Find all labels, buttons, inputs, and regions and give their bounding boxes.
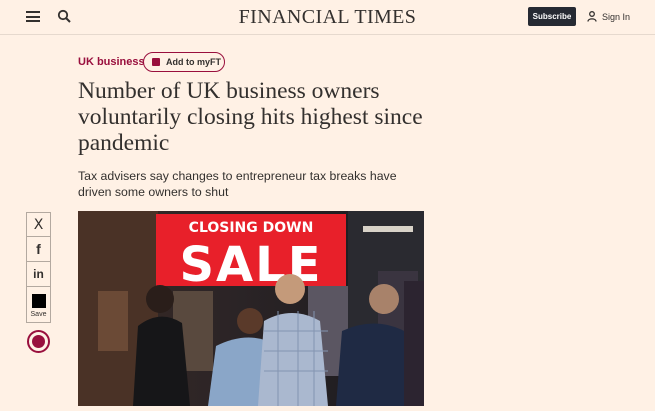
site-header: FINANCIAL TIMES Subscribe Sign In	[0, 0, 655, 35]
linkedin-icon: in	[33, 267, 44, 281]
user-icon	[587, 11, 597, 22]
sign-in-label: Sign In	[602, 11, 631, 22]
subscribe-button[interactable]: Subscribe	[528, 7, 576, 26]
search-icon[interactable]	[57, 9, 72, 24]
ft-logo[interactable]: FINANCIAL TIMES	[239, 6, 417, 28]
save-article-button[interactable]: Save	[26, 287, 51, 323]
add-to-myft-button[interactable]: Add to myFT	[143, 52, 225, 72]
sign-top-text: CLOSING DOWN	[189, 220, 314, 236]
topic-link[interactable]: UK business	[78, 56, 145, 68]
save-label: Save	[30, 310, 47, 318]
save-icon	[31, 293, 46, 308]
facebook-icon: f	[36, 241, 41, 257]
add-to-myft-label: Add to myFT	[166, 57, 221, 67]
share-linkedin-button[interactable]: in	[26, 262, 51, 287]
myft-square-icon	[152, 58, 160, 66]
menu-icon[interactable]	[26, 10, 40, 23]
article-standfirst: Tax advisers say changes to entrepreneur…	[78, 169, 397, 199]
myft-follow-icon[interactable]	[27, 330, 50, 353]
share-x-button[interactable]: X	[26, 212, 51, 237]
x-icon: X	[33, 216, 44, 233]
share-facebook-button[interactable]: f	[26, 237, 51, 262]
article-hero-image: CLOSING DOWN SALE	[78, 211, 424, 406]
sign-in-link[interactable]: Sign In	[587, 9, 630, 24]
article-headline: Number of UK business owners voluntarily…	[78, 78, 423, 156]
